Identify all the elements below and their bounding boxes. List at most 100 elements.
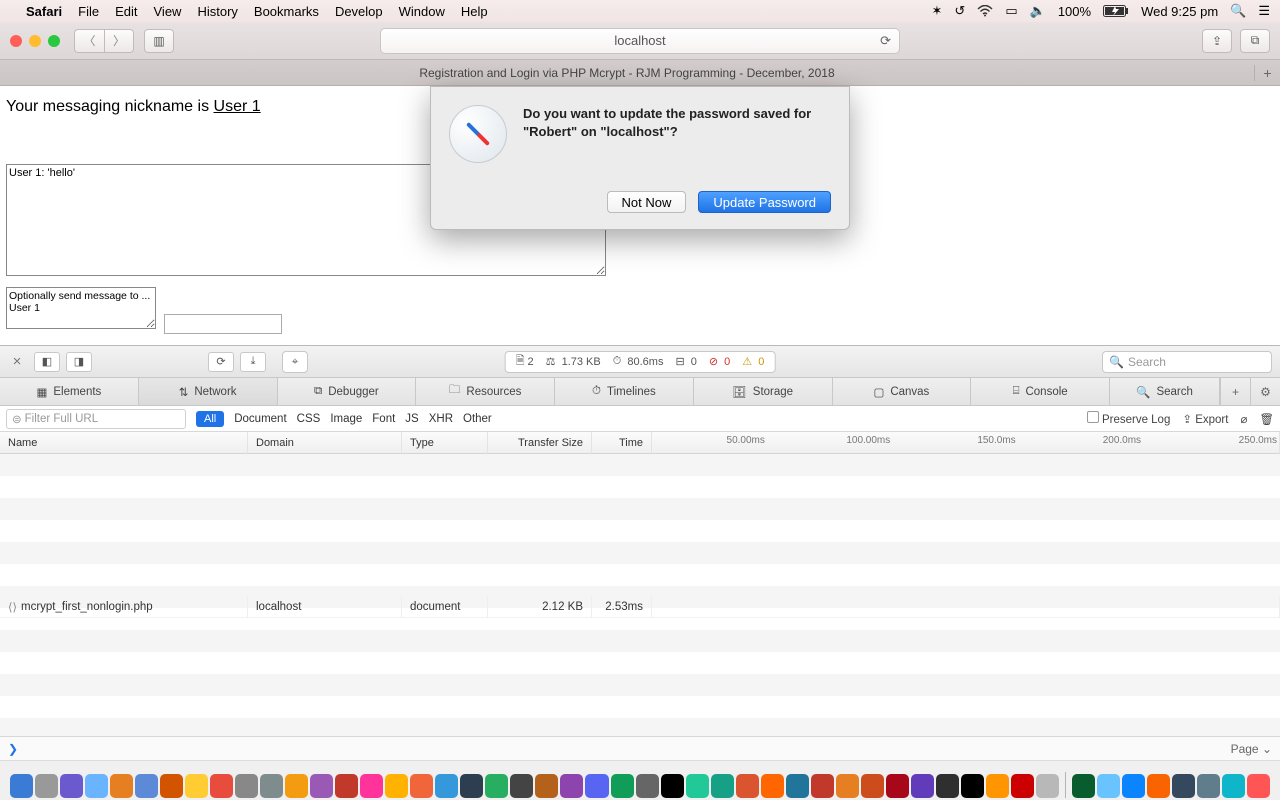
dock-app[interactable] — [636, 774, 659, 798]
menu-view[interactable]: View — [154, 4, 182, 19]
status-av-icon[interactable]: ✶ — [932, 3, 943, 19]
dock-app[interactable] — [560, 774, 583, 798]
url-bar[interactable]: localhost ⟳ — [380, 28, 900, 54]
dock-app[interactable] — [60, 774, 83, 798]
status-battery-icon[interactable] — [1103, 5, 1129, 17]
sidebar-button[interactable]: ▥ — [144, 29, 174, 53]
window-zoom-button[interactable] — [48, 35, 60, 47]
dock-app[interactable] — [235, 774, 258, 798]
status-clock[interactable]: Wed 9:25 pm — [1141, 4, 1218, 19]
filter-css[interactable]: CSS — [297, 413, 321, 425]
export-button[interactable]: ⇪ Export — [1182, 412, 1228, 426]
dock-app[interactable] — [585, 774, 608, 798]
tab-network[interactable]: ⇅Network — [139, 378, 278, 405]
inspector-search-input[interactable]: 🔍 Search — [1102, 351, 1272, 373]
filter-font[interactable]: Font — [372, 413, 395, 425]
download-button[interactable]: ⤓ — [240, 352, 266, 372]
tab-timelines[interactable]: ⏱Timelines — [555, 378, 694, 405]
dock-app[interactable] — [961, 774, 984, 798]
menubar-app-name[interactable]: Safari — [26, 4, 62, 19]
dock-app[interactable] — [110, 774, 133, 798]
menu-history[interactable]: History — [197, 4, 237, 19]
menu-edit[interactable]: Edit — [115, 4, 137, 19]
forward-button[interactable]: 〉 — [104, 29, 134, 53]
tab-console[interactable]: ⌸Console — [971, 378, 1110, 405]
dock-app[interactable] — [310, 774, 333, 798]
dock-app[interactable] — [535, 774, 558, 798]
dock-app[interactable] — [285, 774, 308, 798]
small-input[interactable] — [164, 314, 282, 334]
menu-bookmarks[interactable]: Bookmarks — [254, 4, 319, 19]
dock-app[interactable] — [1011, 774, 1034, 798]
col-time[interactable]: Time — [592, 432, 652, 454]
notification-center-icon[interactable]: ☰ — [1258, 3, 1270, 19]
tabs-button[interactable]: ⧉ — [1240, 29, 1270, 53]
dock-app[interactable] — [460, 774, 483, 798]
tab-storage[interactable]: 🗄Storage — [694, 378, 833, 405]
filter-image[interactable]: Image — [330, 413, 362, 425]
dock-app[interactable] — [10, 774, 33, 798]
window-close-button[interactable] — [10, 35, 22, 47]
dock-app[interactable] — [1072, 774, 1095, 798]
filter-js[interactable]: JS — [405, 413, 418, 425]
dock-app[interactable] — [1197, 774, 1220, 798]
filter-url-input[interactable]: ⊜ Filter Full URL — [6, 409, 186, 429]
menu-window[interactable]: Window — [399, 4, 445, 19]
col-size[interactable]: Transfer Size — [488, 432, 592, 454]
dock-app[interactable] — [861, 774, 884, 798]
dock-app[interactable] — [936, 774, 959, 798]
dock-app[interactable] — [986, 774, 1009, 798]
dock-app[interactable] — [260, 774, 283, 798]
reload-icon[interactable]: ⟳ — [880, 33, 891, 49]
dock-app[interactable] — [1172, 774, 1195, 798]
crosshair-icon[interactable]: ⌀ — [1240, 412, 1247, 426]
dock-app[interactable] — [385, 774, 408, 798]
console-prompt-bar[interactable]: ❯ Page ⌄ — [0, 736, 1280, 760]
status-battery-percent[interactable]: 100% — [1058, 4, 1091, 19]
not-now-button[interactable]: Not Now — [607, 191, 687, 213]
dock-app[interactable] — [435, 774, 458, 798]
filter-other[interactable]: Other — [463, 413, 492, 425]
dock-app[interactable] — [485, 774, 508, 798]
dock-app[interactable] — [185, 774, 208, 798]
dock-app[interactable] — [786, 774, 809, 798]
browser-tab[interactable]: Registration and Login via PHP Mcrypt - … — [0, 66, 1254, 80]
clear-button[interactable]: 🗑 — [1259, 412, 1274, 426]
update-password-button[interactable]: Update Password — [698, 191, 831, 213]
tab-add-button[interactable]: + — [1220, 378, 1250, 405]
dock-app[interactable] — [210, 774, 233, 798]
back-button[interactable]: 〈 — [74, 29, 104, 53]
dock-app[interactable] — [1122, 774, 1145, 798]
menu-file[interactable]: File — [78, 4, 99, 19]
dock-app[interactable] — [160, 774, 183, 798]
dock-app[interactable] — [686, 774, 709, 798]
status-wifi-icon[interactable] — [977, 5, 993, 17]
dock-app[interactable] — [811, 774, 834, 798]
col-type[interactable]: Type — [402, 432, 488, 454]
tab-search[interactable]: 🔍Search — [1110, 378, 1220, 405]
window-minimize-button[interactable] — [29, 35, 41, 47]
dock-app[interactable] — [35, 774, 58, 798]
sendto-textarea[interactable] — [6, 287, 156, 329]
dock-app[interactable] — [360, 774, 383, 798]
dock-app[interactable] — [711, 774, 734, 798]
status-airplay-icon[interactable]: ▭ — [1005, 3, 1017, 19]
dock-app[interactable] — [1247, 774, 1270, 798]
dock-app[interactable] — [1147, 774, 1170, 798]
dock-app[interactable] — [886, 774, 909, 798]
dock-app[interactable] — [836, 774, 859, 798]
menu-help[interactable]: Help — [461, 4, 488, 19]
col-name[interactable]: Name — [0, 432, 248, 454]
col-timeline[interactable]: 50.00ms 100.00ms 150.0ms 200.0ms 250.0ms — [652, 432, 1280, 454]
preserve-log-checkbox[interactable]: Preserve Log — [1087, 411, 1171, 426]
filter-xhr[interactable]: XHR — [429, 413, 453, 425]
dock-app[interactable] — [1222, 774, 1245, 798]
col-domain[interactable]: Domain — [248, 432, 402, 454]
dock-right-button[interactable]: ◨ — [66, 352, 92, 372]
dock-app[interactable] — [736, 774, 759, 798]
dock-app[interactable] — [911, 774, 934, 798]
dock-app[interactable] — [1097, 774, 1120, 798]
dock-app[interactable] — [410, 774, 433, 798]
share-button[interactable]: ⇪ — [1202, 29, 1232, 53]
menu-develop[interactable]: Develop — [335, 4, 383, 19]
